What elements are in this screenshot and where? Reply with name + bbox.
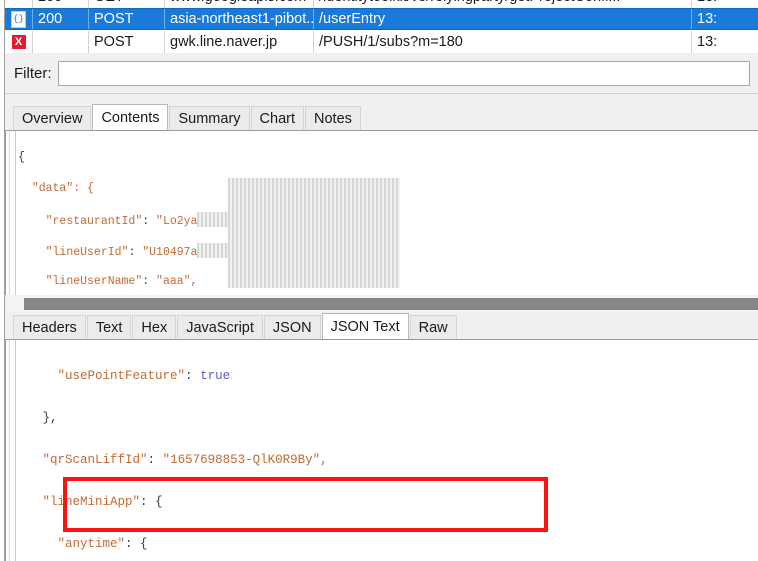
code-text: "data": { xyxy=(31,181,94,195)
json-document-icon: {} xyxy=(11,10,26,28)
fiddler-window: 200 GET www.googleapis.com /identitytool… xyxy=(0,0,758,561)
tab-json-text[interactable]: JSON Text xyxy=(321,313,409,339)
horizontal-scrollbar[interactable] xyxy=(6,296,758,312)
table-row-selected[interactable]: {} 200 POST asia-northeast1-pibot... /us… xyxy=(5,8,758,30)
tab-javascript[interactable]: JavaScript xyxy=(177,315,263,339)
panel-gutter xyxy=(6,340,16,561)
scrollbar-thumb[interactable] xyxy=(24,298,758,310)
redaction-block xyxy=(228,178,400,288)
error-icon: X xyxy=(11,35,26,50)
code-line: { xyxy=(18,150,758,166)
code-colon: : xyxy=(128,245,143,259)
tab-json[interactable]: JSON xyxy=(263,315,321,339)
code-line: "lineMiniApp": { xyxy=(20,492,758,513)
cell-method: POST xyxy=(94,11,134,27)
code-colon: : xyxy=(147,453,163,467)
code-key: "lineUserName" xyxy=(45,274,143,288)
tab-text[interactable]: Text xyxy=(86,315,132,339)
cell-host: gwk.line.naver.jp xyxy=(170,34,278,50)
code-value: { xyxy=(140,537,148,551)
code-value-head: "U10497a xyxy=(142,245,198,259)
contents-panel[interactable]: { "data": { "restaurantId": "Lo2yar1", "… xyxy=(5,130,758,295)
cell-url: /userEntry xyxy=(319,11,386,27)
code-value-head: "aaa", xyxy=(156,274,198,288)
code-value: "1657698853-QlK0R9By", xyxy=(162,453,328,467)
tab-raw[interactable]: Raw xyxy=(409,315,457,339)
tab-hex[interactable]: Hex xyxy=(132,315,177,339)
code-key: "restaurantId" xyxy=(45,214,143,228)
code-key: "usePointFeature" xyxy=(57,369,186,383)
filter-label: Filter: xyxy=(14,64,52,82)
filter-bar: Filter: xyxy=(5,53,758,93)
code-value: true xyxy=(200,369,231,383)
table-row[interactable]: 200 GET www.googleapis.com /identitytool… xyxy=(5,0,758,8)
code-colon: : xyxy=(125,537,141,551)
code-line: "qrScanLiffId": "1657698853-QlK0R9By", xyxy=(20,450,758,471)
tab-notes[interactable]: Notes xyxy=(305,106,361,130)
panel-gutter xyxy=(6,131,16,295)
cell-url: /PUSH/1/subs?m=180 xyxy=(319,34,463,50)
code-colon: : xyxy=(140,495,156,509)
code-text: { xyxy=(18,150,25,164)
tab-overview[interactable]: Overview xyxy=(13,106,92,130)
inspector-tab-strip: Headers Text Hex JavaScript JSON JSON Te… xyxy=(5,313,758,339)
code-value: { xyxy=(155,495,163,509)
cell-host: www.googleapis.com xyxy=(165,0,313,8)
filter-input[interactable] xyxy=(57,60,750,86)
code-key: "lineMiniApp" xyxy=(42,495,141,509)
cell-time: 13: xyxy=(697,11,718,27)
code-line: }, xyxy=(20,408,758,429)
code-colon: : xyxy=(142,274,157,288)
json-text-panel[interactable]: "usePointFeature": true }, "qrScanLiffId… xyxy=(5,339,758,561)
splitter[interactable] xyxy=(5,93,758,102)
code-key: "anytime" xyxy=(57,537,126,551)
row-icon: {} xyxy=(5,8,32,30)
cell-time: 13: xyxy=(692,0,758,8)
cell-method: POST xyxy=(94,34,134,50)
cell-method: GET xyxy=(89,0,164,8)
code-line: "anytime": { xyxy=(20,534,758,555)
tab-chart[interactable]: Chart xyxy=(250,106,304,130)
code-key: "qrScanLiffId" xyxy=(42,453,148,467)
cell-status: 200 xyxy=(33,0,88,8)
tab-summary[interactable]: Summary xyxy=(169,106,250,130)
table-row[interactable]: X POST gwk.line.naver.jp /PUSH/1/subs?m=… xyxy=(5,31,758,53)
tab-headers[interactable]: Headers xyxy=(13,315,86,339)
code-line: "usePointFeature": true xyxy=(20,366,758,387)
tab-contents[interactable]: Contents xyxy=(92,104,169,130)
code-text: }, xyxy=(42,411,58,425)
column-divider xyxy=(32,31,33,53)
session-list[interactable]: 200 GET www.googleapis.com /identitytool… xyxy=(5,0,758,53)
cell-time: 13: xyxy=(697,34,718,50)
cell-status: 200 xyxy=(38,11,63,27)
code-colon: : xyxy=(185,369,201,383)
code-colon: : xyxy=(142,214,157,228)
code-key: "lineUserId" xyxy=(45,245,129,259)
json-text-body[interactable]: "usePointFeature": true }, "qrScanLiffId… xyxy=(20,345,758,561)
cell-host: asia-northeast1-pibot... xyxy=(170,11,313,27)
row-icon: X xyxy=(5,31,32,53)
contents-tab-strip: Overview Contents Summary Chart Notes xyxy=(5,104,758,130)
cell-url: /identitytoolkit/v3/relyingparty/getProj… xyxy=(314,0,691,8)
code-value-head: "Lo2ya xyxy=(156,214,198,228)
